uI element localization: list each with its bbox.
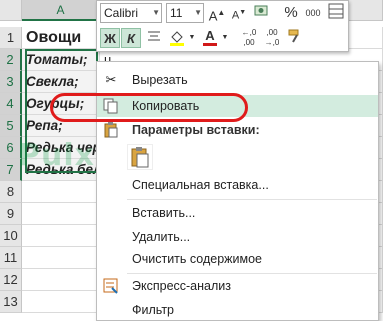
cell-a[interactable]: Овощи xyxy=(22,27,100,49)
quick-analysis-icon xyxy=(103,278,119,294)
menu-item-label: Экспресс-анализ xyxy=(132,279,231,293)
bold-button[interactable]: Ж xyxy=(100,28,120,48)
shrink-font-button[interactable]: A▼ xyxy=(229,3,249,23)
font-size-box[interactable]: 11 ▼ xyxy=(166,3,204,23)
align-center-icon xyxy=(148,31,160,41)
font-color-letter: А xyxy=(205,28,215,43)
italic-button[interactable]: К xyxy=(121,28,141,48)
menu-item-clear-contents[interactable]: Очистить содержимое xyxy=(97,248,378,270)
font-color-button[interactable]: А xyxy=(200,26,220,46)
accounting-format-icon xyxy=(254,5,268,16)
menu-separator xyxy=(127,199,377,200)
paint-bucket-icon xyxy=(170,31,184,46)
font-name-value: Calibri xyxy=(104,6,139,20)
row-header[interactable]: 10 xyxy=(0,225,22,247)
menu-item-insert[interactable]: Вставить... xyxy=(97,202,378,224)
align-center-button[interactable] xyxy=(144,28,164,48)
menu-item-quick-analysis[interactable]: Экспресс-анализ xyxy=(97,275,378,297)
row-header[interactable]: 13 xyxy=(0,291,22,313)
row-header[interactable]: 3 xyxy=(0,71,22,93)
menu-item-filter[interactable]: Фильтр xyxy=(97,299,378,321)
format-painter-grid-button[interactable] xyxy=(326,3,346,23)
format-painter-button[interactable] xyxy=(285,28,305,48)
paintbrush-icon xyxy=(288,29,299,43)
copy-icon xyxy=(103,98,119,114)
cell-a[interactable] xyxy=(22,291,100,313)
increase-decimal-button[interactable]: ←,0,00 xyxy=(239,28,259,48)
row-header[interactable]: 11 xyxy=(0,247,22,269)
menu-item-paste-options: Параметры вставки: xyxy=(97,119,378,141)
font-color-dropdown[interactable]: ▼ xyxy=(220,28,230,48)
context-menu: ✂ Вырезать Копировать Параметры вставки:… xyxy=(96,61,379,321)
row-header[interactable]: 4 xyxy=(0,93,22,115)
menu-item-label: Специальная вставка... xyxy=(132,178,269,192)
menu-item-cut[interactable]: ✂ Вырезать xyxy=(97,69,378,91)
menu-item-delete[interactable]: Удалить... xyxy=(97,226,378,248)
menu-item-label: Удалить... xyxy=(132,230,191,244)
menu-item-label: Копировать xyxy=(132,99,200,113)
select-all-corner[interactable] xyxy=(0,0,22,21)
menu-item-copy[interactable]: Копировать xyxy=(97,95,378,117)
font-size-value: 11 xyxy=(170,6,183,20)
menu-item-paste-special[interactable]: Специальная вставка... xyxy=(97,174,378,196)
cell-a[interactable] xyxy=(22,203,100,225)
borders-icon xyxy=(328,3,344,19)
menu-item-label: Вставить... xyxy=(132,206,196,220)
menu-item-label: Параметры вставки: xyxy=(132,123,260,137)
row-header[interactable]: 8 xyxy=(0,181,22,203)
row-header[interactable]: 5 xyxy=(0,115,22,137)
font-color-swatch xyxy=(203,43,217,46)
row-header[interactable]: 9 xyxy=(0,203,22,225)
percent-style-button[interactable]: % xyxy=(281,3,301,23)
cell-a[interactable] xyxy=(22,225,100,247)
paste-icon xyxy=(103,122,119,138)
decrease-decimal-button[interactable]: ,00 →,0 xyxy=(262,28,282,48)
row-header[interactable]: 12 xyxy=(0,269,22,291)
row-header[interactable]: 2 xyxy=(0,49,22,71)
comma-style-button[interactable]: 000 xyxy=(303,3,323,23)
menu-item-label: Фильтр xyxy=(132,303,174,317)
cell-a[interactable] xyxy=(22,247,100,269)
menu-item-label: Очистить содержимое xyxy=(132,252,262,266)
cell-a[interactable] xyxy=(22,181,100,203)
chevron-down-icon: ▼ xyxy=(152,8,160,17)
fill-color-button[interactable] xyxy=(167,28,187,48)
scissors-icon: ✂ xyxy=(105,72,117,87)
cell-a[interactable] xyxy=(22,269,100,291)
menu-item-label: Вырезать xyxy=(132,73,188,87)
column-header-a[interactable]: A xyxy=(22,0,100,21)
font-name-box[interactable]: Calibri ▼ xyxy=(100,3,162,23)
accounting-format-button[interactable] xyxy=(252,3,272,23)
grow-font-button[interactable]: A▲ xyxy=(207,3,227,23)
menu-separator xyxy=(127,273,377,274)
mini-toolbar: Calibri ▼ 11 ▼ A▲ A▼ % 000 Ж К ▼ А ▼ ←,0… xyxy=(96,0,349,52)
fill-color-dropdown[interactable]: ▼ xyxy=(187,28,197,48)
row-header[interactable]: 1 xyxy=(0,27,22,49)
chevron-down-icon: ▼ xyxy=(194,8,202,17)
clipboard-icon xyxy=(131,147,149,168)
paste-option-button[interactable] xyxy=(127,144,153,170)
